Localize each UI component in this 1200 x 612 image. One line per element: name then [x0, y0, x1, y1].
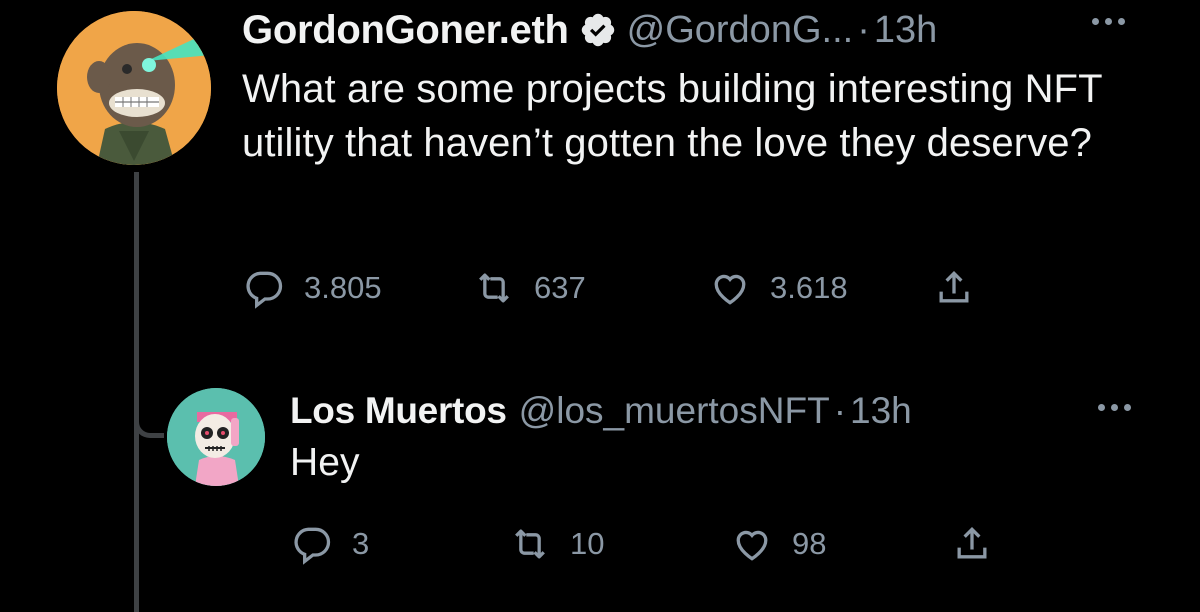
- share-icon: [957, 526, 987, 559]
- verified-badge-icon: [581, 13, 614, 47]
- separator-dot: ·: [857, 8, 870, 51]
- reply-count: 3: [352, 526, 370, 561]
- display-name[interactable]: Los Muertos: [290, 390, 507, 432]
- tweet-text: What are some projects building interest…: [242, 67, 1102, 165]
- like-button[interactable]: 3.618: [708, 266, 848, 310]
- timestamp[interactable]: 13h: [850, 390, 912, 432]
- reply-icon: [246, 271, 283, 309]
- handle[interactable]: @los_muertosNFT: [519, 390, 830, 432]
- heart-icon: [714, 274, 746, 305]
- display-name[interactable]: GordonGoner.eth: [242, 8, 569, 53]
- avatar[interactable]: [167, 388, 265, 486]
- timestamp[interactable]: 13h: [874, 9, 937, 52]
- more-options-icon[interactable]: [1092, 18, 1125, 25]
- reply-tweet[interactable]: Los Muertos @los_muertosNFT · 13h Hey: [290, 388, 1190, 490]
- heart-icon: [736, 530, 768, 561]
- reply-connector: [134, 400, 164, 438]
- like-button[interactable]: 98: [730, 522, 826, 566]
- more-options-icon[interactable]: [1098, 404, 1131, 411]
- bored-ape-laser-eyes-avatar: [57, 11, 211, 165]
- reply-icon: [294, 527, 331, 565]
- tweet-text: Hey: [290, 441, 360, 484]
- retweet-icon: [479, 273, 509, 303]
- retweet-count: 10: [570, 526, 605, 561]
- separator-dot: ·: [833, 390, 847, 431]
- retweet-button[interactable]: 637: [472, 266, 586, 310]
- tweet-header: Los Muertos @los_muertosNFT · 13h: [290, 388, 1190, 434]
- share-button[interactable]: [932, 266, 976, 310]
- retweet-button[interactable]: 10: [508, 522, 604, 566]
- retweet-count: 637: [534, 270, 586, 305]
- main-tweet[interactable]: GordonGoner.eth @GordonG... · 13h What a…: [242, 0, 1192, 170]
- retweet-icon: [515, 529, 545, 559]
- tweet-header: GordonGoner.eth @GordonG... · 13h: [242, 0, 1192, 60]
- like-count: 3.618: [770, 270, 848, 305]
- skull-character-avatar: [167, 388, 265, 486]
- share-icon: [939, 270, 969, 303]
- handle[interactable]: @GordonG...: [627, 9, 854, 52]
- reply-button[interactable]: 3.805: [242, 266, 382, 310]
- avatar[interactable]: [57, 11, 211, 165]
- like-count: 98: [792, 526, 827, 561]
- thread-line: [134, 172, 139, 612]
- reply-count: 3.805: [304, 270, 382, 305]
- share-button[interactable]: [950, 522, 994, 566]
- reply-button[interactable]: 3: [290, 522, 369, 566]
